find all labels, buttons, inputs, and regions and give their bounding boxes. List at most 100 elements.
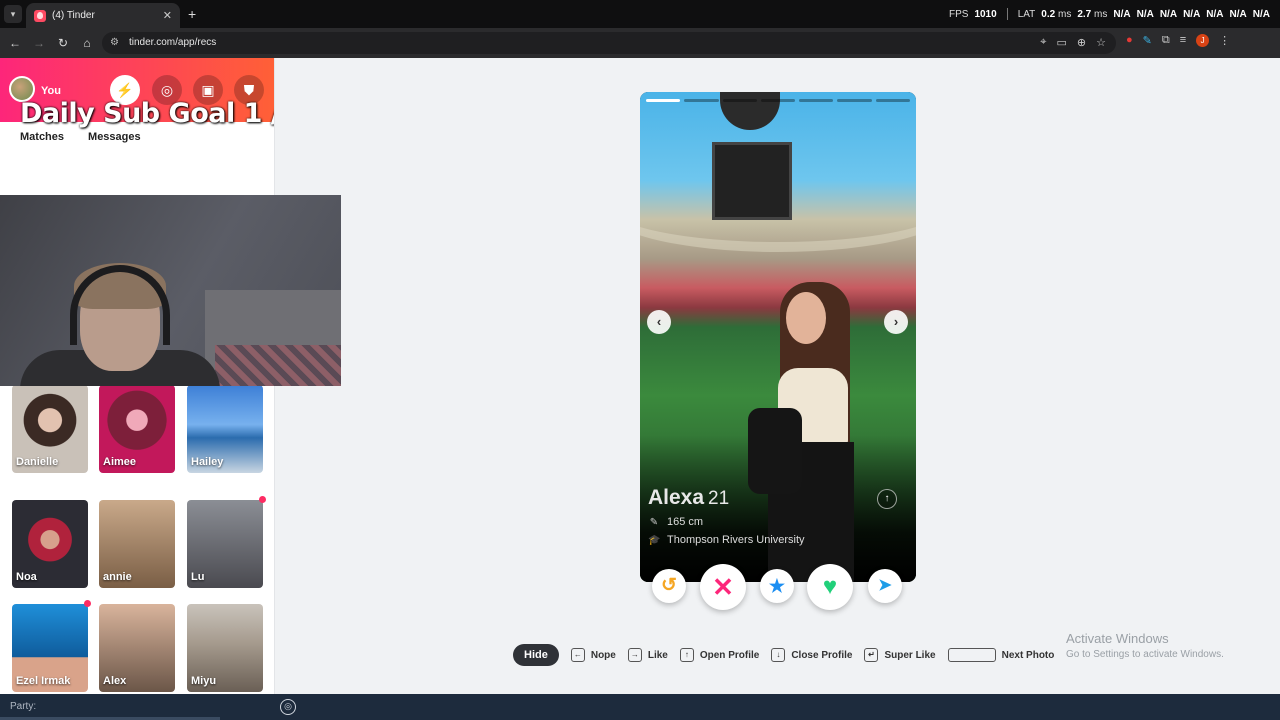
new-match-dot-icon xyxy=(259,496,266,503)
browser-tab-bar: ▾ (4) Tinder ✕ + FPS 1010 LAT 0.2 ms 2.7… xyxy=(0,0,1280,28)
performance-overlay: FPS 1010 LAT 0.2 ms 2.7 ms N/A N/A N/A N… xyxy=(949,8,1270,20)
extensions-puzzle-icon[interactable]: ⧉ xyxy=(1162,34,1170,47)
nope-button[interactable]: ✕ xyxy=(700,564,746,610)
reading-list-icon[interactable]: ≡ xyxy=(1180,34,1186,47)
na-value: N/A xyxy=(1136,8,1154,20)
swipe-actions: ↺ ✕ ★ ♥ ➤ xyxy=(652,564,904,610)
party-settings-icon[interactable]: ◎ xyxy=(280,699,296,715)
tab-search-button[interactable]: ▾ xyxy=(4,5,22,23)
photo-progress-bar[interactable] xyxy=(799,99,834,102)
rewind-button[interactable]: ↺ xyxy=(652,569,686,603)
na-value: N/A xyxy=(1159,8,1178,20)
match-name: Ezel Irmak xyxy=(16,675,71,687)
name-row: Alexa 21 xyxy=(648,486,805,510)
na-value: N/A xyxy=(1206,8,1224,20)
reload-icon[interactable]: ↻ xyxy=(54,34,72,52)
lat-label: LAT xyxy=(1017,8,1036,20)
shortcut-label: Super Like xyxy=(884,649,936,661)
height-row: ✎ 165 cm xyxy=(648,516,805,528)
match-name: Aimee xyxy=(103,456,137,468)
bookmark-star-icon[interactable]: ☆ xyxy=(1096,36,1106,49)
key-icon: ↓ xyxy=(771,648,786,662)
profile-height: 165 cm xyxy=(667,516,704,528)
previous-photo-chevron-icon[interactable]: ‹ xyxy=(647,310,671,334)
next-photo-chevron-icon[interactable]: › xyxy=(884,310,908,334)
school-row: 🎓 Thompson Rivers University xyxy=(648,534,805,546)
person-jacket xyxy=(748,408,802,494)
match-name: annie xyxy=(103,571,132,583)
like-button[interactable]: ♥ xyxy=(807,564,853,610)
new-tab-button[interactable]: + xyxy=(188,6,196,22)
match-thumbnail[interactable]: annie xyxy=(99,500,175,588)
back-arrow-icon[interactable]: ← xyxy=(6,34,24,52)
match-thumbnail[interactable]: Ezel Irmak xyxy=(12,604,88,692)
browser-toolbar: ← → ↻ ⌂ ⚙ tinder.com/app/recs ⌖ ▭ ⊕ ☆ ● … xyxy=(0,28,1280,58)
photo-progress-bar[interactable] xyxy=(646,99,681,102)
party-label: Party: xyxy=(10,701,37,712)
site-settings-icon[interactable]: ⚙ xyxy=(110,37,122,49)
key-icon: ↵ xyxy=(864,648,879,662)
graduation-cap-icon: 🎓 xyxy=(648,534,661,546)
location-icon[interactable]: ⌖ xyxy=(1040,36,1046,49)
ruler-icon: ✎ xyxy=(649,516,659,528)
new-match-dot-icon xyxy=(84,600,91,607)
lat-unit-1: ms xyxy=(1057,8,1072,20)
match-thumbnail[interactable]: Danielle xyxy=(12,385,88,473)
match-name: Miyu xyxy=(191,675,217,687)
match-name: Alex xyxy=(103,675,127,687)
key-icon: ← xyxy=(570,648,585,662)
profile-card[interactable]: ‹ › Alexa 21 ✎ 165 cm 🎓 Thompson Rivers U… xyxy=(640,92,916,582)
super-like-button[interactable]: ★ xyxy=(760,569,794,603)
activate-subtitle: Go to Settings to activate Windows. xyxy=(1066,649,1224,660)
boost-button[interactable]: ➤ xyxy=(868,569,902,603)
webcam-overlay xyxy=(0,195,341,386)
stats-divider xyxy=(1006,8,1008,20)
webcam-blanket xyxy=(215,345,341,386)
cast-icon[interactable]: ▭ xyxy=(1057,36,1067,49)
match-thumbnail[interactable]: Noa xyxy=(12,500,88,588)
photo-progress-bar[interactable] xyxy=(875,99,910,102)
hide-shortcuts-button[interactable]: Hide xyxy=(513,644,559,666)
browser-menu-icon[interactable]: ⋮ xyxy=(1219,34,1230,47)
person-face xyxy=(786,292,826,344)
lat-unit-2: ms xyxy=(1094,8,1108,20)
stadium-scoreboard xyxy=(712,142,792,220)
match-thumbnail[interactable]: Hailey xyxy=(187,385,263,473)
zoom-icon[interactable]: ⊕ xyxy=(1077,36,1086,49)
photo-progress-bar[interactable] xyxy=(760,99,796,102)
tab-matches[interactable]: Matches xyxy=(20,131,64,143)
match-thumbnail[interactable]: Aimee xyxy=(99,385,175,473)
extension-translate-icon[interactable]: ✎ xyxy=(1143,34,1152,47)
shortcut-label: Like xyxy=(647,649,668,661)
forward-arrow-icon[interactable]: → xyxy=(30,34,48,52)
activate-windows-watermark: Activate Windows Go to Settings to activ… xyxy=(1066,631,1224,660)
match-name: Danielle xyxy=(16,456,59,468)
match-thumbnail[interactable]: Miyu xyxy=(187,604,263,692)
tinder-favicon-icon xyxy=(34,9,46,22)
keyboard-shortcuts: Hide ← Nope → Like ↑ Open Profile ↓ Close Profi… xyxy=(513,644,1060,666)
photo-progress-bar[interactable] xyxy=(722,99,757,102)
browser-tab[interactable]: (4) Tinder ✕ xyxy=(26,3,180,28)
you-label[interactable]: You xyxy=(41,85,61,97)
activate-title: Activate Windows xyxy=(1066,631,1169,646)
screen: ▾ (4) Tinder ✕ + FPS 1010 LAT 0.2 ms 2.7… xyxy=(0,0,1280,720)
close-tab-icon[interactable]: ✕ xyxy=(163,9,172,22)
photo-progress-bar[interactable] xyxy=(837,99,872,102)
extension-shield-icon[interactable]: ● xyxy=(1126,34,1133,47)
match-thumbnail[interactable]: Alex xyxy=(99,604,175,692)
na-value: N/A xyxy=(1183,8,1201,20)
home-icon[interactable]: ⌂ xyxy=(78,34,96,52)
bottom-status-bar: Party: ◎ xyxy=(0,694,1280,720)
na-value: N/A xyxy=(1113,8,1131,20)
open-profile-arrow-icon[interactable]: ↑ xyxy=(877,489,897,509)
shortcut-label: Open Profile xyxy=(699,649,760,661)
tab-title: (4) Tinder xyxy=(52,10,95,21)
address-bar[interactable]: ⚙ tinder.com/app/recs ⌖ ▭ ⊕ ☆ xyxy=(102,32,1116,54)
stadium-hub xyxy=(720,92,780,130)
profile-avatar[interactable]: J xyxy=(1196,34,1210,47)
url-text[interactable]: tinder.com/app/recs xyxy=(129,37,216,48)
photo-progress-bar[interactable] xyxy=(684,99,719,102)
profile-name: Alexa xyxy=(648,486,705,509)
match-thumbnail[interactable]: Lu xyxy=(187,500,263,588)
tab-messages[interactable]: Messages xyxy=(88,131,141,143)
